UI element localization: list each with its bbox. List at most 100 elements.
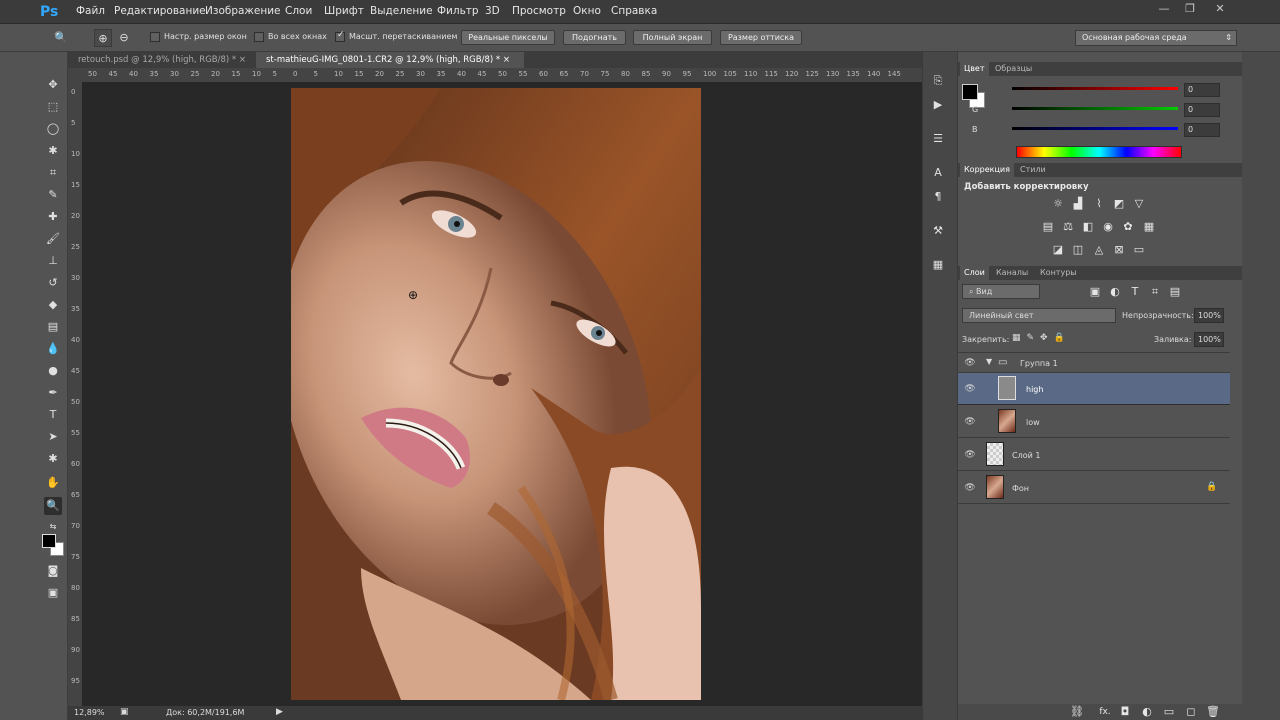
- disclosure-triangle-icon[interactable]: ▼: [986, 357, 992, 366]
- eye-icon[interactable]: 👁: [964, 383, 976, 395]
- pen-tool-icon[interactable]: ✒: [44, 384, 62, 402]
- zoom-out-icon[interactable]: ⊖: [115, 29, 133, 47]
- quick-mask-icon[interactable]: ◙: [44, 562, 62, 580]
- character-panel-icon[interactable]: A: [929, 164, 947, 182]
- menu-type[interactable]: Шрифт: [324, 5, 364, 17]
- screen-mode-icon[interactable]: ▣: [44, 584, 62, 602]
- eye-icon[interactable]: 👁: [964, 482, 976, 494]
- menu-3d[interactable]: 3D: [485, 5, 500, 17]
- layer-name[interactable]: low: [1026, 418, 1040, 427]
- opacity-value[interactable]: 100%: [1194, 308, 1224, 323]
- layer-1-row[interactable]: 👁 Слой 1: [958, 439, 1230, 471]
- layer-background-row[interactable]: 👁 Фон 🔒: [958, 472, 1230, 504]
- canvas[interactable]: ⊕: [82, 82, 910, 706]
- close-icon[interactable]: ×: [239, 55, 246, 65]
- layer-name[interactable]: Слой 1: [1012, 451, 1040, 460]
- slider-g-track[interactable]: [1012, 107, 1178, 110]
- black-white-icon[interactable]: ◧: [1081, 220, 1095, 234]
- gradient-map-icon[interactable]: ▭: [1132, 243, 1146, 257]
- zoom-tool-preset-icon[interactable]: 🔍: [52, 29, 70, 47]
- actions-panel-icon[interactable]: ▶: [929, 96, 947, 114]
- filter-shape-icon[interactable]: ⌗: [1148, 285, 1162, 299]
- minimize-button[interactable]: —: [1154, 2, 1174, 16]
- foreground-color-swatch[interactable]: [962, 84, 978, 100]
- path-select-tool-icon[interactable]: ➤: [44, 428, 62, 446]
- shape-tool-icon[interactable]: ✱: [44, 450, 62, 468]
- dodge-tool-icon[interactable]: ●: [44, 362, 62, 380]
- slider-r-track[interactable]: [1012, 87, 1178, 90]
- menu-filter[interactable]: Фильтр: [437, 5, 479, 17]
- layer-high-row[interactable]: 👁 high: [958, 373, 1230, 405]
- lock-icons[interactable]: ▦✎✥🔒: [1012, 333, 1071, 343]
- tab-adjustments[interactable]: Коррекция: [960, 163, 1014, 177]
- menu-edit[interactable]: Редактирование: [114, 5, 206, 17]
- print-size-button[interactable]: Размер оттиска: [720, 30, 802, 45]
- clone-stamp-tool-icon[interactable]: ⊥: [44, 252, 62, 270]
- slider-g-value[interactable]: 0: [1184, 103, 1220, 117]
- fill-value[interactable]: 100%: [1194, 332, 1224, 347]
- tab-channels[interactable]: Каналы: [992, 266, 1032, 280]
- brightness-icon[interactable]: ☼: [1051, 197, 1065, 211]
- blur-tool-icon[interactable]: 💧: [44, 340, 62, 358]
- vibrance-icon[interactable]: ▽: [1132, 197, 1146, 211]
- threshold-icon[interactable]: ◬: [1092, 243, 1106, 257]
- hand-tool-icon[interactable]: ✋: [44, 474, 62, 492]
- status-menu-arrow-icon[interactable]: ▶: [276, 707, 283, 717]
- slider-b-track[interactable]: [1012, 127, 1178, 130]
- blend-mode-select[interactable]: Линейный свет: [962, 308, 1116, 323]
- paragraph-panel-icon[interactable]: ¶: [929, 188, 947, 206]
- layer-name[interactable]: high: [1026, 385, 1043, 394]
- menu-image[interactable]: Изображение: [205, 5, 281, 17]
- hue-saturation-icon[interactable]: ▤: [1041, 220, 1055, 234]
- marquee-tool-icon[interactable]: ⬚: [44, 98, 62, 116]
- layer-name[interactable]: Фон: [1012, 484, 1029, 493]
- layer-filter-select[interactable]: ⌕ Вид: [962, 284, 1040, 299]
- tab-styles[interactable]: Стили: [1016, 163, 1050, 177]
- curves-icon[interactable]: ⌇: [1092, 197, 1106, 211]
- menu-layers[interactable]: Слои: [285, 5, 312, 17]
- layer-name[interactable]: Группа 1: [1020, 359, 1058, 368]
- menu-view[interactable]: Просмотр: [512, 5, 566, 17]
- color-balance-icon[interactable]: ⚖: [1061, 220, 1075, 234]
- zoom-in-icon[interactable]: ⊕: [94, 29, 112, 47]
- menu-window[interactable]: Окно: [573, 5, 601, 17]
- photo-filter-icon[interactable]: ◉: [1101, 220, 1115, 234]
- resize-windows-checkbox[interactable]: [150, 32, 160, 42]
- filter-smart-icon[interactable]: ▤: [1168, 285, 1182, 299]
- gradient-tool-icon[interactable]: ▤: [44, 318, 62, 336]
- channel-mixer-icon[interactable]: ✿: [1121, 220, 1135, 234]
- exposure-icon[interactable]: ◩: [1112, 197, 1126, 211]
- layer-low-row[interactable]: 👁 low: [958, 406, 1230, 438]
- foreground-color-swatch[interactable]: [42, 534, 56, 548]
- slider-b-value[interactable]: 0: [1184, 123, 1220, 137]
- type-tool-icon[interactable]: T: [44, 406, 62, 424]
- eye-icon[interactable]: 👁: [964, 357, 976, 369]
- move-tool-icon[interactable]: ✥: [44, 76, 62, 94]
- color-lookup-icon[interactable]: ▦: [1142, 220, 1156, 234]
- menu-select[interactable]: Выделение: [370, 5, 433, 17]
- slider-r-value[interactable]: 0: [1184, 83, 1220, 97]
- fx-icon[interactable]: fx.: [1094, 705, 1116, 719]
- history-brush-tool-icon[interactable]: ↺: [44, 274, 62, 292]
- tab-color[interactable]: Цвет: [960, 62, 989, 76]
- selective-color-icon[interactable]: ⊠: [1112, 243, 1126, 257]
- eyedropper-tool-icon[interactable]: ✎: [44, 186, 62, 204]
- tab-paths[interactable]: Контуры: [1036, 266, 1081, 280]
- workspace-select[interactable]: Основная рабочая среда ⇕: [1075, 30, 1237, 46]
- all-windows-checkbox[interactable]: [254, 32, 264, 42]
- filter-adjust-icon[interactable]: ◐: [1108, 285, 1122, 299]
- invert-icon[interactable]: ◪: [1051, 243, 1065, 257]
- link-icon[interactable]: ⛓: [1070, 705, 1084, 719]
- filter-image-icon[interactable]: ▣: [1088, 285, 1102, 299]
- slider-b[interactable]: B 0: [958, 123, 1242, 139]
- trash-icon[interactable]: 🗑: [1206, 705, 1220, 719]
- lasso-tool-icon[interactable]: ◯: [44, 120, 62, 138]
- fit-screen-button[interactable]: Подогнать: [563, 30, 626, 45]
- slider-r[interactable]: R 0: [958, 83, 1242, 99]
- scrubby-zoom-checkbox[interactable]: [335, 30, 345, 42]
- history-panel-icon[interactable]: ⎘: [929, 72, 947, 90]
- layer-group-row[interactable]: 👁 ▼ ▭ Группа 1: [958, 353, 1230, 373]
- quick-select-tool-icon[interactable]: ✱: [44, 142, 62, 160]
- status-icon[interactable]: ▣: [120, 707, 129, 717]
- tool-presets-icon[interactable]: ⚒: [929, 222, 947, 240]
